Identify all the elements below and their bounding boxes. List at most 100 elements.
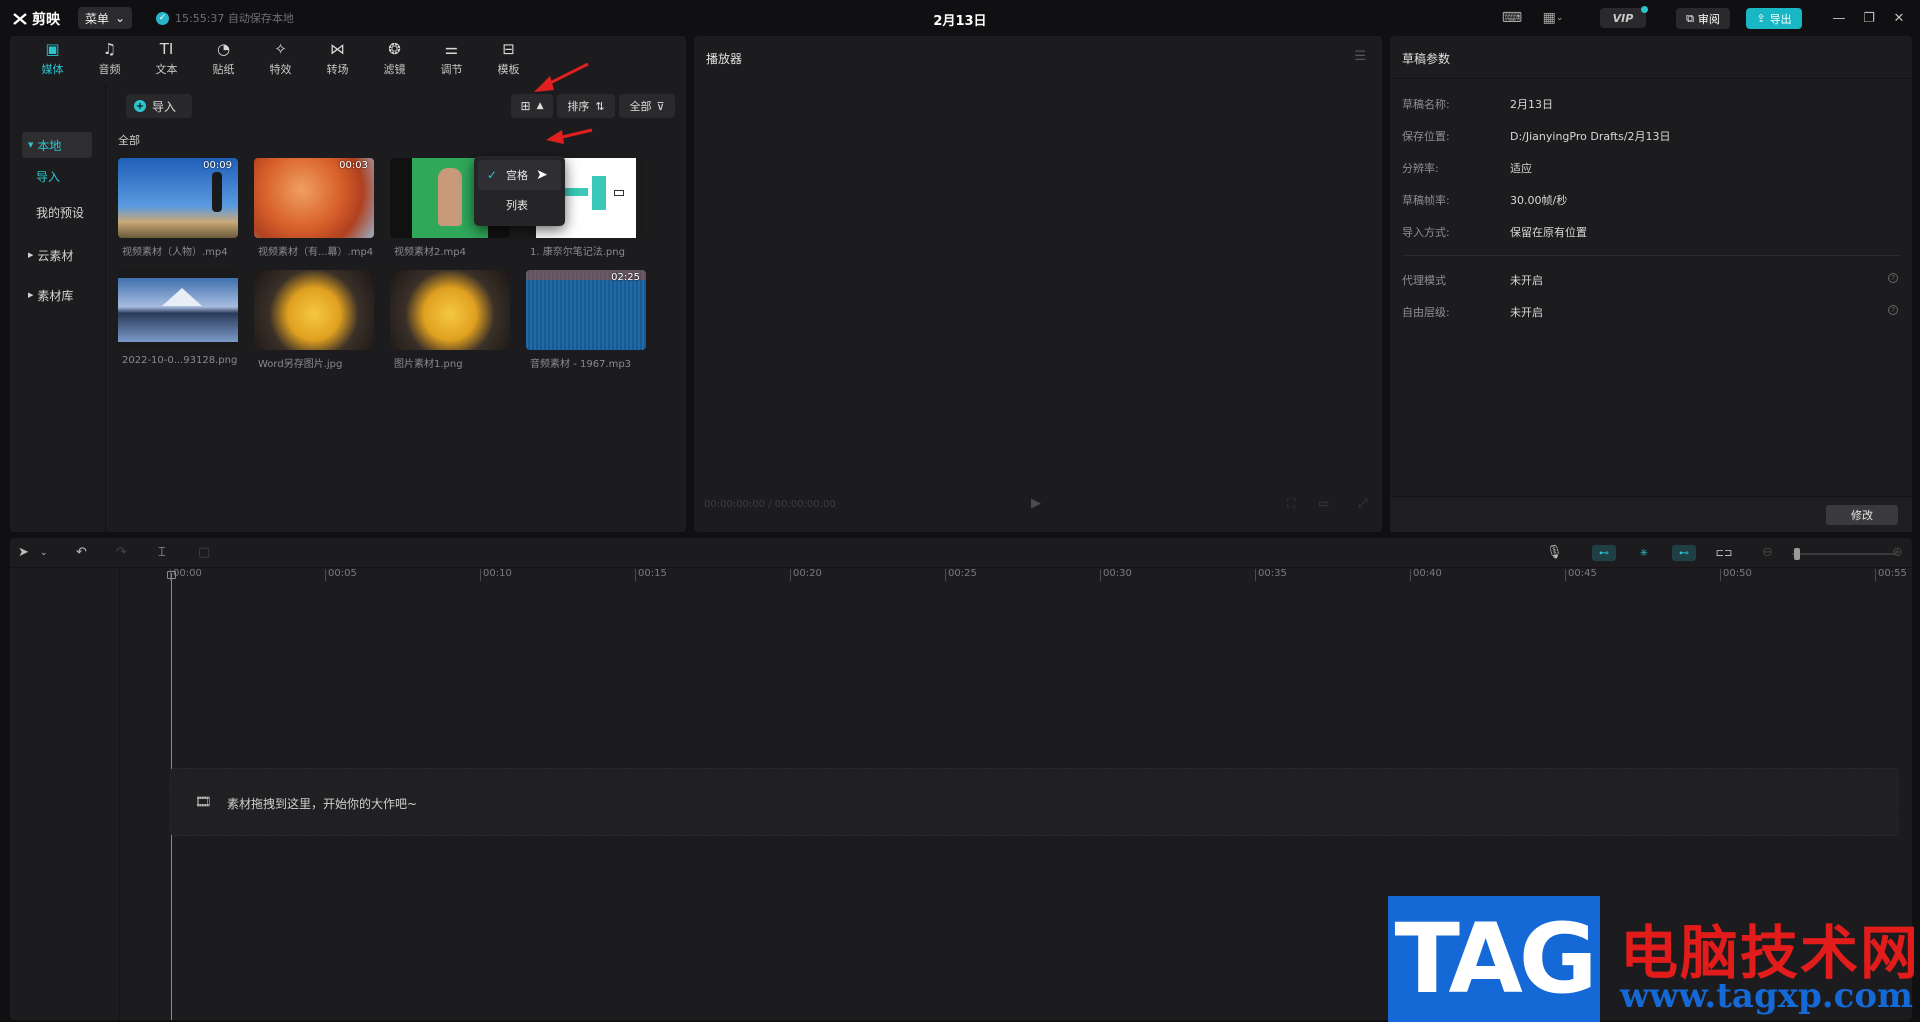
duration-label: 02:25 <box>611 272 640 283</box>
zoom-out-icon[interactable]: ⊖ <box>1762 545 1773 560</box>
track-drop-zone[interactable]: 🎞 素材拖拽到这里，开始你的大作吧~ <box>170 768 1898 836</box>
tab-media[interactable]: ▣ 媒体 <box>24 36 81 82</box>
restore-icon[interactable]: ❐ <box>1860 9 1878 27</box>
play-icon[interactable]: ▶ <box>1031 496 1041 511</box>
param-key: 草稿名称: <box>1402 98 1450 111</box>
sort-button[interactable]: 排序 ⇅ <box>557 94 615 118</box>
minimize-icon[interactable]: — <box>1830 9 1848 27</box>
aspect-ratio-icon[interactable]: ▭ <box>1318 496 1329 510</box>
linkage-icon[interactable]: ⊷ <box>1672 545 1696 561</box>
media-caption: 1. 康奈尔笔记法.png <box>530 247 625 258</box>
undo-icon[interactable]: ↶ <box>76 545 87 560</box>
param-value: 2月13日 <box>1510 98 1553 111</box>
tab-template[interactable]: ⊟ 模板 <box>480 36 537 82</box>
delete-icon[interactable]: ▢ <box>198 545 210 560</box>
snap-icon[interactable]: ✳ <box>1632 545 1656 561</box>
sidebar-item-cloud[interactable]: ▶ 云素材 <box>22 242 92 268</box>
person-figure <box>438 168 462 226</box>
diagram-box <box>614 190 624 196</box>
sort-icon: ⇅ <box>595 99 605 113</box>
check-circle-icon: ✓ <box>156 11 169 25</box>
media-thumbnail[interactable]: 00:09 <box>118 158 238 238</box>
filter-button[interactable]: 全部 ⊽ <box>619 94 675 118</box>
select-cursor-icon[interactable]: ➤ <box>18 545 29 560</box>
tab-label: 文本 <box>155 63 178 76</box>
sidebar-item-import[interactable]: 导入 <box>36 168 60 185</box>
media-caption: 2022-10-0...93128.png <box>122 355 238 366</box>
param-row-import-mode: 导入方式: 保留在原有位置 <box>1402 224 1587 240</box>
import-button[interactable]: + 导入 <box>126 94 192 118</box>
tab-text[interactable]: TI 文本 <box>138 36 195 82</box>
ruler-tick: 00:20 <box>790 569 822 581</box>
param-value: 适应 <box>1510 162 1532 175</box>
review-button[interactable]: ⧉ 审阅 <box>1676 8 1730 29</box>
split-icon[interactable]: ⌶ <box>158 545 166 560</box>
watermark-tag-logo: TAG <box>1388 896 1600 1022</box>
menu-item-grid[interactable]: ✓ 宫格 ➤ <box>478 160 561 190</box>
diagram-bar <box>592 176 606 210</box>
screenshot-icon[interactable]: ⛶ <box>1287 496 1295 511</box>
media-thumbnail[interactable]: 00:03 <box>254 158 374 238</box>
mouse-cursor-icon: ➤ <box>536 167 548 183</box>
media-thumbnail[interactable] <box>390 270 510 350</box>
chevron-up-icon: ▲ <box>536 101 544 111</box>
person-figure <box>212 172 222 212</box>
param-value: 未开启 <box>1510 306 1543 319</box>
chevron-down-icon[interactable]: ⌄ <box>40 548 48 558</box>
tab-label: 音频 <box>98 63 121 76</box>
help-icon[interactable]: ? <box>1888 273 1898 283</box>
ruler-tick: 00:45 <box>1565 569 1597 581</box>
keyboard-icon[interactable]: ⌨ <box>1502 10 1522 26</box>
layout-icon[interactable]: ▦ ⌄ <box>1538 10 1568 26</box>
sort-label: 排序 <box>567 100 590 113</box>
export-button[interactable]: ⇪ 导出 <box>1746 8 1802 29</box>
param-row-resolution: 分辨率: 适应 <box>1402 160 1532 176</box>
close-icon[interactable]: ✕ <box>1890 9 1908 27</box>
params-footer: 修改 <box>1390 496 1912 532</box>
adjust-icon: ⚌ <box>444 40 459 58</box>
ruler-tick: 00:05 <box>325 569 357 581</box>
caret-right-icon: ▶ <box>28 251 34 259</box>
preview-axis-icon[interactable]: ⊏⊐ <box>1712 545 1736 561</box>
tab-label: 调节 <box>440 63 463 76</box>
zoom-slider-track[interactable] <box>1792 553 1896 555</box>
view-mode-button[interactable]: ⊞ ▲ <box>511 94 553 118</box>
tab-filter[interactable]: ❂ 滤镜 <box>366 36 423 82</box>
view-mode-dropdown: ✓ 宫格 ➤ 列表 <box>474 156 565 226</box>
sidebar-item-my-presets[interactable]: 我的预设 <box>36 204 84 221</box>
zoom-in-icon[interactable]: ⊕ <box>1892 545 1903 560</box>
vip-badge[interactable]: VIP <box>1600 6 1648 28</box>
player-title: 播放器 <box>706 52 743 66</box>
edit-button[interactable]: 修改 <box>1826 505 1898 525</box>
microphone-icon[interactable]: 🎙 <box>1546 545 1563 560</box>
media-thumbnail[interactable] <box>254 270 374 350</box>
tab-adjust[interactable]: ⚌ 调节 <box>423 36 480 82</box>
tab-effects[interactable]: ✧ 特效 <box>252 36 309 82</box>
sidebar-item-library[interactable]: ▶ 素材库 <box>22 282 92 308</box>
menu-item-list[interactable]: 列表 <box>478 190 561 220</box>
tab-sticker[interactable]: ◔ 贴纸 <box>195 36 252 82</box>
ruler-tick: 00:35 <box>1255 569 1287 581</box>
hamburger-menu-icon[interactable]: ☰ <box>1354 49 1366 64</box>
zoom-slider-handle[interactable] <box>1794 548 1800 560</box>
filter-icon: ⊽ <box>656 99 665 113</box>
app-logo: 剪映 <box>12 9 60 29</box>
redo-icon[interactable]: ↷ <box>116 545 127 560</box>
main-track-magnet-icon[interactable]: ⊷ <box>1592 545 1616 561</box>
fullscreen-icon[interactable]: ⤢ <box>1358 496 1368 511</box>
film-icon: 🎞 <box>195 795 212 810</box>
menu-button[interactable]: 菜单 ⌄ <box>78 7 132 29</box>
param-key: 导入方式: <box>1402 226 1450 239</box>
media-thumbnail[interactable]: 02:25 <box>526 270 646 350</box>
draft-params-panel: 草稿参数 草稿名称: 2月13日 保存位置: D:/JianyingPro Draf… <box>1390 36 1912 532</box>
tab-label: 特效 <box>269 63 292 76</box>
filter-icon: ❂ <box>388 40 401 58</box>
import-label: 导入 <box>152 99 177 114</box>
drop-hint: 素材拖拽到这里，开始你的大作吧~ <box>227 797 418 811</box>
effects-icon: ✧ <box>274 40 287 58</box>
media-thumbnail[interactable] <box>118 270 238 350</box>
tab-audio[interactable]: ♫ 音频 <box>81 36 138 82</box>
sidebar-item-local[interactable]: ▼ 本地 <box>22 132 92 158</box>
help-icon[interactable]: ? <box>1888 305 1898 315</box>
tab-transition[interactable]: ⋈ 转场 <box>309 36 366 82</box>
